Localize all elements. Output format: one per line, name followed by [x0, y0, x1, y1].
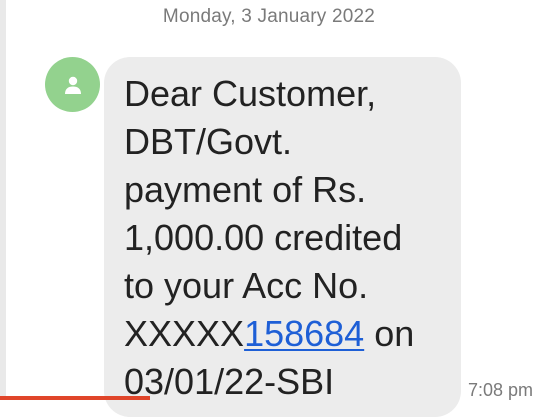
message-line: DBT/Govt.: [124, 121, 293, 162]
message-line: to your Acc No.: [124, 265, 369, 306]
message-timestamp: 7:08 pm: [468, 380, 534, 400]
message-line: 1,000.00 credited: [124, 217, 403, 258]
message-text: Dear Customer, DBT/Govt. payment of Rs. …: [124, 70, 454, 406]
message-line: Dear Customer,: [124, 73, 377, 114]
bottom-accent-bar: [0, 396, 150, 400]
message-line: payment of Rs.: [124, 169, 367, 210]
account-mask: XXXXX: [124, 313, 245, 354]
account-number-link[interactable]: 158684: [244, 313, 364, 354]
sender-avatar[interactable]: [45, 57, 100, 112]
message-line-account: XXXXX158684 on: [124, 310, 454, 358]
person-icon: [64, 76, 81, 94]
date-header: Monday, 3 January 2022: [162, 6, 376, 27]
account-suffix: on: [364, 313, 415, 354]
left-edge-divider: [0, 0, 6, 400]
message-line: 03/01/22-SBI: [124, 361, 335, 402]
